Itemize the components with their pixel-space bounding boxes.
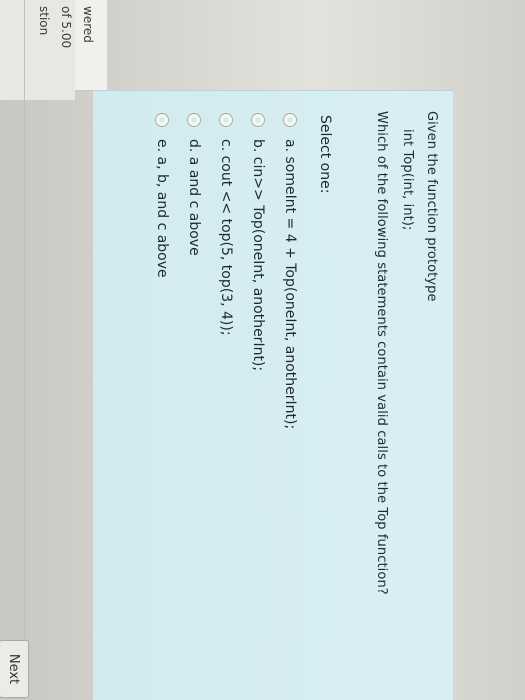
answer-option-b[interactable]: b. cin>> Top(oneInt, anotherInt); xyxy=(247,113,269,371)
quiz-page: wered of 5.00 stion Given the function p… xyxy=(0,0,525,700)
answer-option-d[interactable]: d. a and c above xyxy=(183,113,205,256)
question-info-panel: wered of 5.00 stion xyxy=(0,0,95,100)
marks-label: of 5.00 xyxy=(59,6,73,49)
radio-button[interactable] xyxy=(187,113,201,127)
divider xyxy=(24,0,25,700)
radio-button[interactable] xyxy=(155,113,169,127)
radio-button[interactable] xyxy=(251,113,265,127)
answer-option-a[interactable]: a. someInt = 4 + Top(oneInt, anotherInt)… xyxy=(279,113,301,429)
photo-background: wered of 5.00 stion Given the function p… xyxy=(0,0,525,700)
status-label: wered xyxy=(81,6,95,43)
prompt-question: Which of the following statements contai… xyxy=(374,111,389,595)
radio-button[interactable] xyxy=(283,113,297,127)
answer-option-label: a. someInt = 4 + Top(oneInt, anotherInt)… xyxy=(282,139,298,430)
next-button[interactable]: Next xyxy=(0,640,29,698)
answer-option-label: e. a, b, and c above xyxy=(154,139,170,278)
prompt-prototype: int Top(int, int); xyxy=(400,129,415,231)
question-text-box: Given the function prototype int Top(int… xyxy=(93,90,453,700)
answer-option-e[interactable]: e. a, b, and c above xyxy=(151,113,173,278)
radio-button[interactable] xyxy=(219,113,233,127)
answer-option-label: c. cout << top(5, top(3, 4)); xyxy=(218,139,234,336)
answer-option-label: d. a and c above xyxy=(186,139,202,256)
prompt-intro: Given the function prototype xyxy=(424,111,439,302)
answer-option-c[interactable]: c. cout << top(5, top(3, 4)); xyxy=(215,113,237,336)
select-one-label: Select one: xyxy=(317,115,333,194)
answer-option-label: b. cin>> Top(oneInt, anotherInt); xyxy=(250,139,266,372)
flag-question-label: stion xyxy=(37,6,51,36)
